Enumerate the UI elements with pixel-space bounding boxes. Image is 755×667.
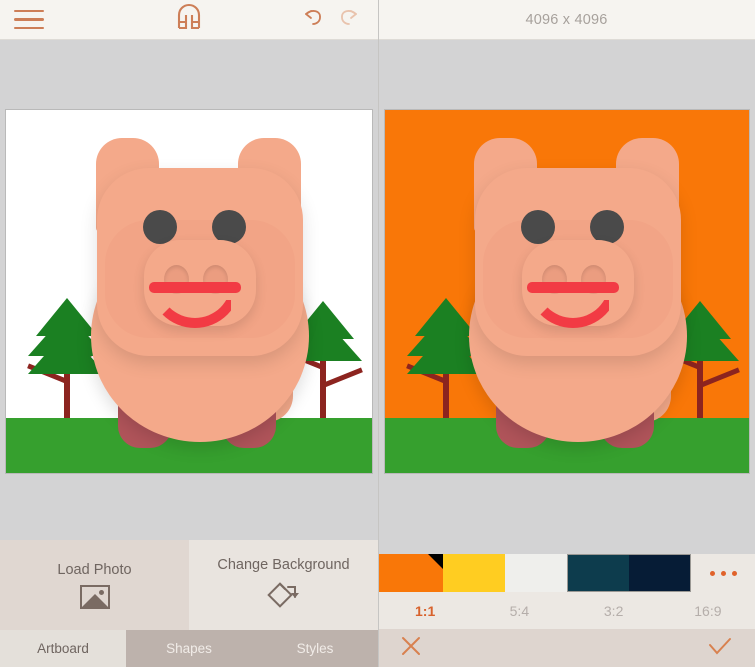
header-center-group [110,3,268,36]
header-left-group [0,10,110,29]
swatch-teal-dark[interactable] [567,554,629,592]
change-background-button[interactable]: Change Background [189,540,378,630]
artboard-right[interactable] [383,109,750,474]
swatch-orange[interactable] [378,554,443,592]
artboard-left[interactable] [5,109,373,474]
hamburger-menu-icon[interactable] [14,10,44,29]
pig-figure [6,110,372,473]
checkmark-icon[interactable] [707,635,733,662]
close-x-icon[interactable] [400,635,422,662]
tab-artboard[interactable]: Artboard [0,630,126,667]
confirm-action-bar [378,629,755,667]
pig-figure [385,110,749,473]
left-action-panel: Load Photo Change Background [0,540,378,630]
more-dot [720,570,726,576]
canvas-stage-right[interactable] [378,40,755,540]
pig-smile-cap [149,282,241,293]
tab-styles[interactable]: Styles [252,630,378,667]
paint-bucket-icon [266,580,301,613]
photo-image-icon [79,584,110,609]
left-header-toolbar [0,0,378,40]
swatch-navy[interactable] [629,554,691,592]
bottom-tab-bar: Artboard Shapes Styles [0,630,378,667]
load-photo-label: Load Photo [57,561,132,578]
right-header-toolbar: 4096 x 4096 [378,0,755,40]
swatch-yellow[interactable] [443,554,505,592]
tab-artboard-label: Artboard [37,641,89,656]
hamburger-line [14,10,44,13]
ratio-option-1-1[interactable]: 1:1 [378,603,472,619]
pig-eye-left [143,210,177,244]
pig-smile-cap [526,282,619,293]
pig-eye-right [589,210,624,244]
ratio-option-5-4[interactable]: 5:4 [472,603,566,619]
pig-eye-left [520,210,555,244]
editor-pane-left: Load Photo Change Background Artboard Sh… [0,0,378,667]
ratio-label: 16:9 [694,602,722,619]
tab-styles-label: Styles [296,641,334,656]
resolution-label: 4096 x 4096 [525,11,608,28]
ratio-option-3-2[interactable]: 3:2 [567,603,661,619]
change-background-label: Change Background [217,557,350,573]
more-dots-icon[interactable] [691,554,755,592]
undo-arrow-icon[interactable] [302,7,324,32]
pig-artwork-right [384,110,749,473]
aspect-ratio-row: 1:1 5:4 3:2 16:9 [378,592,755,629]
pig-eye-right [212,210,246,244]
app-root: Load Photo Change Background Artboard Sh… [0,0,755,667]
more-dot [731,570,737,576]
swatch-off-white[interactable] [505,554,567,592]
ratio-label: 5:4 [509,602,530,619]
tab-shapes-label: Shapes [166,641,212,656]
color-swatch-row [378,554,755,592]
load-photo-button[interactable]: Load Photo [0,540,189,630]
ratio-label: 1:1 [415,602,436,619]
magnet-icon[interactable] [174,3,204,36]
tab-shapes[interactable]: Shapes [126,630,252,667]
editor-pane-right: 4096 x 4096 1:1 5:4 3:2 16:9 [378,0,755,667]
resolution-display: 4096 x 4096 [378,12,755,28]
canvas-stage-left[interactable] [0,40,378,540]
ratio-option-16-9[interactable]: 16:9 [661,603,755,619]
header-right-group [268,7,378,32]
more-dot [709,570,715,576]
redo-arrow-icon[interactable] [338,7,360,32]
ratio-label: 3:2 [603,602,624,619]
hamburger-line [14,18,44,21]
pig-artwork-left [6,110,372,473]
hamburger-line [14,26,44,29]
